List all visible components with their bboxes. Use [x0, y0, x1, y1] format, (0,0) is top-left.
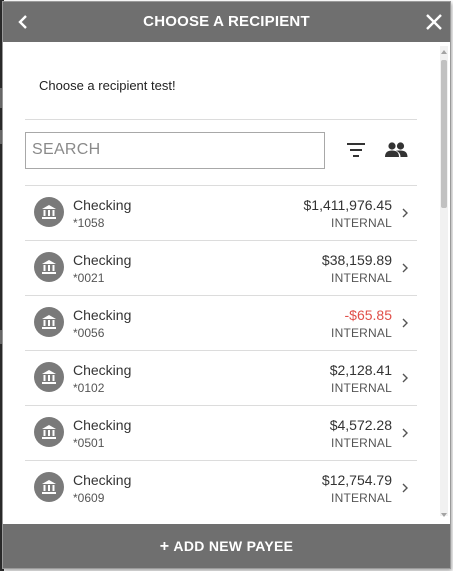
recipient-account-number: *0102 — [73, 381, 105, 395]
recipient-balance: $4,572.28 — [329, 417, 392, 433]
recipient-balance: $1,411,976.45 — [303, 197, 393, 213]
plus-icon: + — [159, 538, 170, 555]
recipient-name: Checking — [73, 362, 132, 378]
recipient-name: Checking — [73, 417, 132, 433]
recipient-row[interactable]: Checking *1058 $1,411,976.45 INTERNAL — [25, 185, 417, 240]
modal-subtitle: Choose a recipient test! — [39, 78, 176, 93]
recipient-name: Checking — [73, 307, 132, 323]
recipient-account-number: *0609 — [73, 491, 105, 505]
recipient-name: Checking — [73, 472, 132, 488]
recipient-type: INTERNAL — [331, 436, 392, 450]
bank-avatar — [34, 362, 64, 392]
recipient-row[interactable]: Checking *0609 $12,754.79 INTERNAL — [25, 460, 417, 515]
contacts-button[interactable] — [383, 140, 409, 160]
close-button[interactable] — [424, 12, 444, 32]
bank-icon — [42, 425, 56, 439]
recipient-name: Checking — [73, 197, 132, 213]
bank-avatar — [34, 307, 64, 337]
recipient-row[interactable]: Checking *0056 -$65.85 INTERNAL — [25, 295, 417, 350]
recipient-type: INTERNAL — [331, 216, 392, 230]
recipient-name: Checking — [73, 252, 132, 268]
recipient-account-number: *0021 — [73, 271, 105, 285]
recipient-row[interactable]: Checking *0102 $2,128.41 INTERNAL — [25, 350, 417, 405]
chevron-right-icon — [402, 428, 408, 438]
close-icon — [426, 14, 442, 30]
filter-icon — [347, 143, 365, 157]
chevron-right-icon — [402, 208, 408, 218]
modal-title: CHOOSE A RECIPIENT — [143, 13, 310, 30]
divider — [25, 119, 417, 120]
recipient-balance: $2,128.41 — [329, 362, 392, 378]
search-box — [25, 132, 325, 169]
people-icon — [385, 142, 408, 157]
bank-icon — [42, 370, 56, 384]
modal-header: CHOOSE A RECIPIENT — [3, 2, 450, 42]
search-input[interactable] — [26, 133, 312, 167]
bank-avatar — [34, 252, 64, 282]
bank-icon — [42, 315, 56, 329]
recipient-list: Checking *1058 $1,411,976.45 INTERNAL Checki… — [25, 185, 417, 515]
scroll-down-arrow-icon[interactable] — [441, 512, 447, 518]
chevron-right-icon — [402, 483, 408, 493]
bank-icon — [42, 260, 56, 274]
recipient-row[interactable]: Checking *0021 $38,159.89 INTERNAL — [25, 240, 417, 295]
recipient-type: INTERNAL — [331, 326, 392, 340]
scroll-up-arrow-icon[interactable] — [441, 49, 447, 55]
bank-avatar — [34, 197, 64, 227]
choose-recipient-modal: CHOOSE A RECIPIENT Choose a recipient te… — [2, 1, 451, 569]
recipient-type: INTERNAL — [331, 491, 392, 505]
recipient-balance: $38,159.89 — [321, 252, 392, 268]
recipient-type: INTERNAL — [331, 271, 392, 285]
bank-icon — [42, 480, 56, 494]
recipient-account-number: *1058 — [73, 216, 105, 230]
recipient-account-number: *0056 — [73, 326, 105, 340]
chevron-right-icon — [402, 263, 408, 273]
recipient-type: INTERNAL — [331, 381, 392, 395]
scrollbar-thumb[interactable] — [441, 60, 447, 208]
recipient-row[interactable]: Checking *0501 $4,572.28 INTERNAL — [25, 405, 417, 460]
bank-icon — [42, 205, 56, 219]
add-new-payee-button[interactable]: + ADD NEW PAYEE — [3, 524, 450, 568]
recipient-account-number: *0501 — [73, 436, 105, 450]
chevron-right-icon — [402, 318, 408, 328]
recipient-balance: $12,754.79 — [321, 472, 392, 488]
filter-button[interactable] — [345, 141, 367, 159]
bank-avatar — [34, 417, 64, 447]
bank-avatar — [34, 472, 64, 502]
recipient-balance: -$65.85 — [344, 307, 392, 323]
chevron-right-icon — [402, 373, 408, 383]
modal-content: Choose a recipient test! Checking *1058 $1… — [3, 42, 450, 524]
add-new-payee-label-wrap: + ADD NEW PAYEE — [3, 524, 450, 568]
add-new-payee-label: ADD NEW PAYEE — [173, 538, 294, 554]
